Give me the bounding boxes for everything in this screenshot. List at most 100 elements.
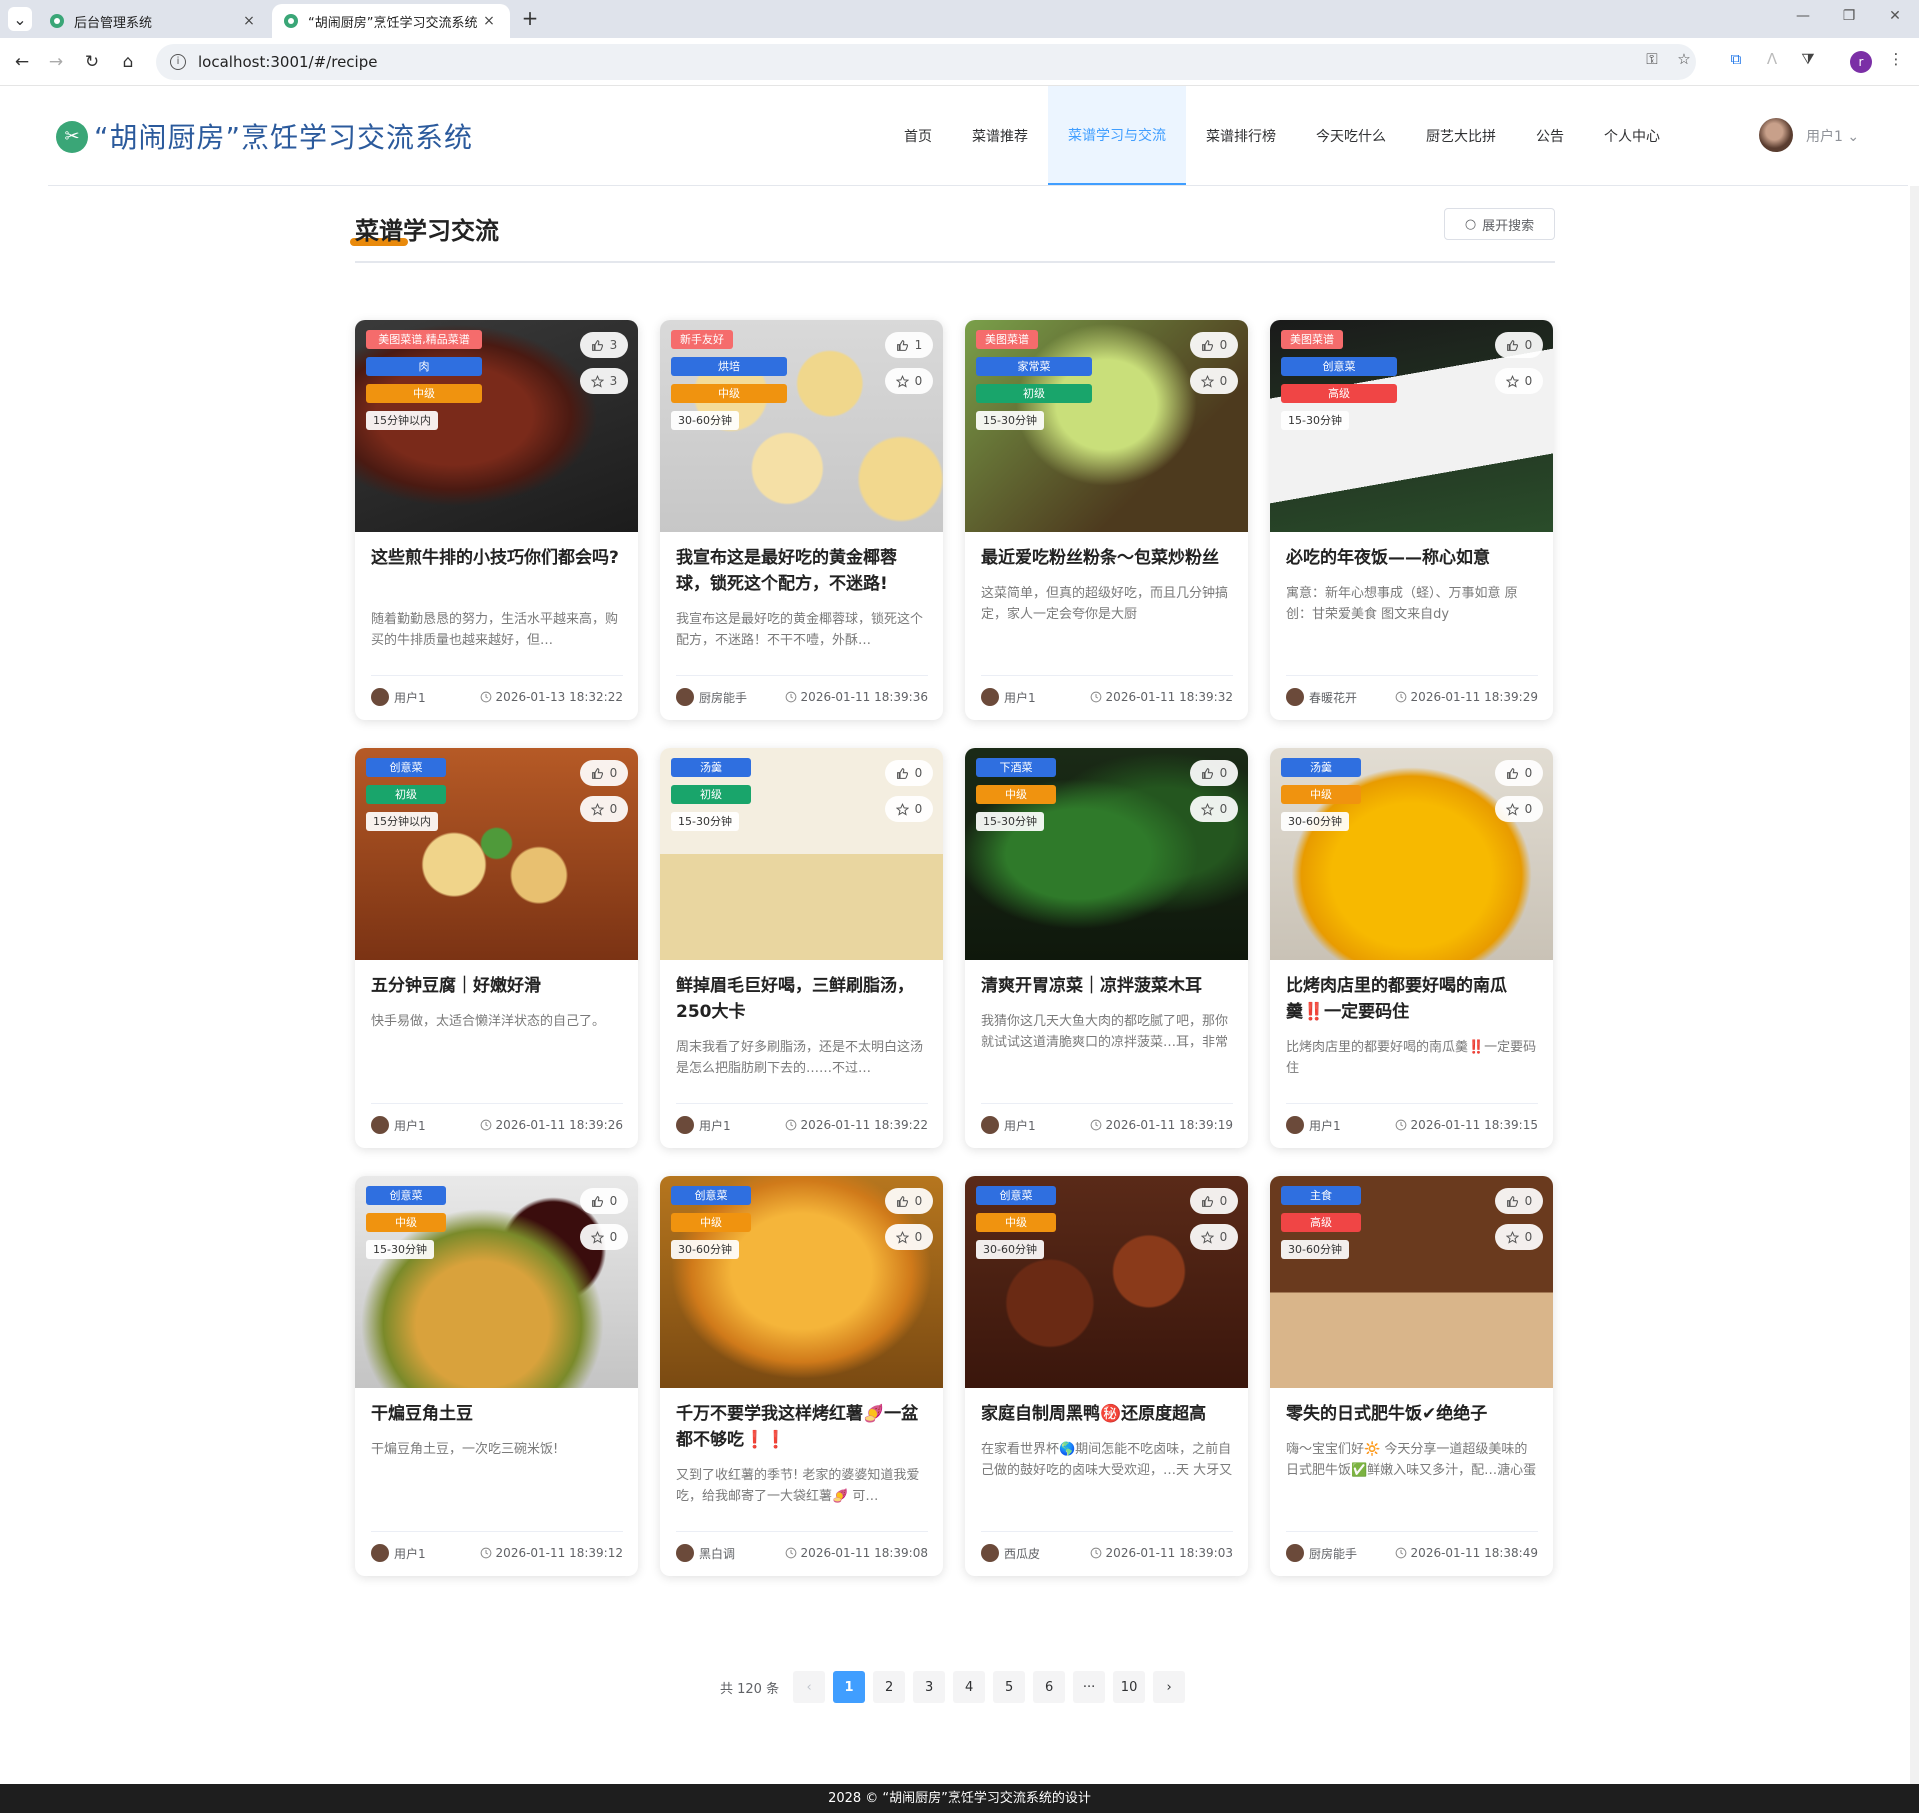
reload-icon[interactable]: ↻ xyxy=(80,50,104,74)
recipe-author[interactable]: 春暖花开 xyxy=(1286,688,1357,706)
prev-page-button[interactable]: ‹ xyxy=(793,1671,826,1703)
new-tab-button[interactable]: + xyxy=(518,7,542,31)
extension-icon[interactable]: ⧉ xyxy=(1724,50,1748,68)
page-button[interactable]: 1 xyxy=(833,1671,866,1703)
recipe-title[interactable]: 我宣布这是最好吃的黄金椰蓉球，锁死这个配方，不迷路! xyxy=(676,545,928,597)
avatar[interactable] xyxy=(1759,118,1793,152)
page-button[interactable]: 6 xyxy=(1033,1671,1066,1703)
tab-search-button[interactable]: ⌄ xyxy=(8,7,32,31)
recipe-author[interactable]: 厨房能手 xyxy=(676,688,747,706)
recipe-title[interactable]: 家庭自制周黑鸭㊙️还原度超高 xyxy=(981,1401,1233,1427)
like-button[interactable]: 0 xyxy=(1495,1188,1543,1214)
recipe-title[interactable]: 清爽开胃凉菜｜凉拌菠菜木耳 xyxy=(981,973,1233,999)
like-button[interactable]: 1 xyxy=(885,332,933,358)
page-button[interactable]: 2 xyxy=(873,1671,906,1703)
minimize-icon[interactable]: — xyxy=(1788,8,1818,24)
like-button[interactable]: 0 xyxy=(1495,332,1543,358)
recipe-author[interactable]: 黑白调 xyxy=(676,1544,735,1562)
recipe-card[interactable]: 汤羹 中级 30-60分钟 0 0 比烤肉店里的都要好喝的南瓜羹‼️一定要码住 比烤肉店里的… xyxy=(1270,748,1553,1148)
user-dropdown[interactable]: 用户1 ⌄ xyxy=(1806,126,1859,146)
browser-tab-recipe[interactable]: “胡闹厨房”烹饪学习交流系统 × xyxy=(272,4,510,38)
restore-icon[interactable]: ❐ xyxy=(1834,8,1864,24)
nav-item[interactable]: 今天吃什么 xyxy=(1296,86,1406,185)
recipe-card[interactable]: 新手友好 烘培 中级 30-60分钟 1 0 我宣布这是最好吃的黄金椰蓉球，锁死这个配方，不… xyxy=(660,320,943,720)
home-icon[interactable]: ⌂ xyxy=(116,50,140,74)
nav-item[interactable]: 菜谱推荐 xyxy=(952,86,1048,185)
recipe-title[interactable]: 鲜掉眉毛巨好喝，三鲜刷脂汤，250大卡 xyxy=(676,973,928,1025)
key-icon[interactable]: ⚿ xyxy=(1640,50,1664,68)
page-button[interactable]: 4 xyxy=(953,1671,986,1703)
recipe-author[interactable]: 用户1 xyxy=(371,688,426,706)
like-button[interactable]: 0 xyxy=(1495,760,1543,786)
recipe-card[interactable]: 创意菜 中级 30-60分钟 0 0 家庭自制周黑鸭㊙️还原度超高 在家看世界杯🌎期间怎能不… xyxy=(965,1176,1248,1576)
recipe-author[interactable]: 用户1 xyxy=(676,1116,731,1134)
back-icon[interactable]: ← xyxy=(10,50,34,74)
close-icon[interactable]: × xyxy=(480,13,498,29)
browser-menu-icon[interactable]: ⋮ xyxy=(1884,50,1908,68)
recipe-card[interactable]: 创意菜 中级 15-30分钟 0 0 干煸豆角土豆 干煸豆角土豆，一次吃三碗米饭! 用户1 20… xyxy=(355,1176,638,1576)
favorite-button[interactable]: 0 xyxy=(885,1224,933,1250)
like-button[interactable]: 3 xyxy=(580,332,628,358)
favorite-button[interactable]: 0 xyxy=(885,796,933,822)
recipe-author[interactable]: 西瓜皮 xyxy=(981,1544,1040,1562)
next-page-button[interactable]: › xyxy=(1153,1671,1186,1703)
recipe-title[interactable]: 零失的日式肥牛饭✔绝绝子 xyxy=(1286,1401,1538,1427)
nav-item[interactable]: 菜谱排行榜 xyxy=(1186,86,1296,185)
recipe-title[interactable]: 最近爱吃粉丝粉条～包菜炒粉丝 xyxy=(981,545,1233,571)
recipe-author[interactable]: 厨房能手 xyxy=(1286,1544,1357,1562)
like-button[interactable]: 0 xyxy=(1190,332,1238,358)
recipe-title[interactable]: 这些煎牛排的小技巧你们都会吗? xyxy=(371,545,623,571)
recipe-card[interactable]: 美图菜谱 创意菜 高级 15-30分钟 0 0 必吃的年夜饭——称心如意 寓意：新年心想事成（… xyxy=(1270,320,1553,720)
expand-search-button[interactable]: ○ 展开搜索 xyxy=(1444,208,1555,240)
nav-item[interactable]: 首页 xyxy=(884,86,952,185)
recipe-card[interactable]: 创意菜 初级 15分钟以内 0 0 五分钟豆腐｜好嫩好滑 快手易做，太适合懒洋洋状态的自己了… xyxy=(355,748,638,1148)
recipe-card[interactable]: 美图菜谱 家常菜 初级 15-30分钟 0 0 最近爱吃粉丝粉条～包菜炒粉丝 这菜简单，但真的… xyxy=(965,320,1248,720)
page-button[interactable]: 5 xyxy=(993,1671,1026,1703)
like-button[interactable]: 0 xyxy=(580,760,628,786)
recipe-author[interactable]: 用户1 xyxy=(371,1116,426,1134)
like-button[interactable]: 0 xyxy=(1190,760,1238,786)
recipe-author[interactable]: 用户1 xyxy=(1286,1116,1341,1134)
site-title[interactable]: “胡闹厨房”烹饪学习交流系统 xyxy=(94,116,473,156)
recipe-author[interactable]: 用户1 xyxy=(981,1116,1036,1134)
nav-item[interactable]: 厨艺大比拼 xyxy=(1406,86,1516,185)
favorite-button[interactable]: 0 xyxy=(1190,796,1238,822)
recipe-title[interactable]: 千万不要学我这样烤红薯🍠一盆都不够吃❗️❗️ xyxy=(676,1401,928,1453)
close-icon[interactable]: × xyxy=(240,13,258,29)
recipe-card[interactable]: 下酒菜 中级 15-30分钟 0 0 清爽开胃凉菜｜凉拌菠菜木耳 我猜你这几天大鱼大肉的都吃… xyxy=(965,748,1248,1148)
favorite-button[interactable]: 0 xyxy=(580,1224,628,1250)
page-button[interactable]: 3 xyxy=(913,1671,946,1703)
favorite-button[interactable]: 0 xyxy=(1495,1224,1543,1250)
url-bar[interactable]: i localhost:3001/#/recipe xyxy=(156,44,1696,80)
puzzle-icon[interactable]: ⧩ xyxy=(1796,50,1820,68)
recipe-card[interactable]: 主食 高级 30-60分钟 0 0 零失的日式肥牛饭✔绝绝子 嗨～宝宝们好🔆 今天分享一道超… xyxy=(1270,1176,1553,1576)
page-ellipsis[interactable]: ··· xyxy=(1073,1671,1106,1703)
favorite-button[interactable]: 0 xyxy=(1190,1224,1238,1250)
recipe-author[interactable]: 用户1 xyxy=(981,688,1036,706)
recipe-card[interactable]: 汤羹 初级 15-30分钟 0 0 鲜掉眉毛巨好喝，三鲜刷脂汤，250大卡 周末我看了好多刷… xyxy=(660,748,943,1148)
nav-item[interactable]: 公告 xyxy=(1516,86,1584,185)
recipe-card[interactable]: 创意菜 中级 30-60分钟 0 0 千万不要学我这样烤红薯🍠一盆都不够吃❗️❗️ 又到了收… xyxy=(660,1176,943,1576)
favorite-button[interactable]: 0 xyxy=(1495,368,1543,394)
favorite-button[interactable]: 0 xyxy=(1495,796,1543,822)
like-button[interactable]: 0 xyxy=(885,1188,933,1214)
favorite-button[interactable]: 0 xyxy=(885,368,933,394)
recipe-title[interactable]: 比烤肉店里的都要好喝的南瓜羹‼️一定要码住 xyxy=(1286,973,1538,1025)
extension-a-icon[interactable]: Λ xyxy=(1760,50,1784,68)
site-info-icon[interactable]: i xyxy=(170,54,186,70)
recipe-author[interactable]: 用户1 xyxy=(371,1544,426,1562)
favorite-button[interactable]: 0 xyxy=(580,796,628,822)
forward-icon[interactable]: → xyxy=(44,50,68,74)
favorite-button[interactable]: 3 xyxy=(580,368,628,394)
like-button[interactable]: 0 xyxy=(1190,1188,1238,1214)
window-close-icon[interactable]: ✕ xyxy=(1880,8,1910,24)
recipe-card[interactable]: 美图菜谱,精品菜谱肉中级 15分钟以内 3 3 这些煎牛排的小技巧你们都会吗? 随着勤勤恳… xyxy=(355,320,638,720)
browser-tab-admin[interactable]: 后台管理系统 × xyxy=(38,4,270,38)
profile-avatar[interactable]: r xyxy=(1850,51,1872,73)
like-button[interactable]: 0 xyxy=(580,1188,628,1214)
recipe-title[interactable]: 干煸豆角土豆 xyxy=(371,1401,623,1427)
bookmark-star-icon[interactable]: ☆ xyxy=(1672,50,1696,68)
page-button[interactable]: 10 xyxy=(1113,1671,1146,1703)
recipe-title[interactable]: 五分钟豆腐｜好嫩好滑 xyxy=(371,973,623,999)
favorite-button[interactable]: 0 xyxy=(1190,368,1238,394)
